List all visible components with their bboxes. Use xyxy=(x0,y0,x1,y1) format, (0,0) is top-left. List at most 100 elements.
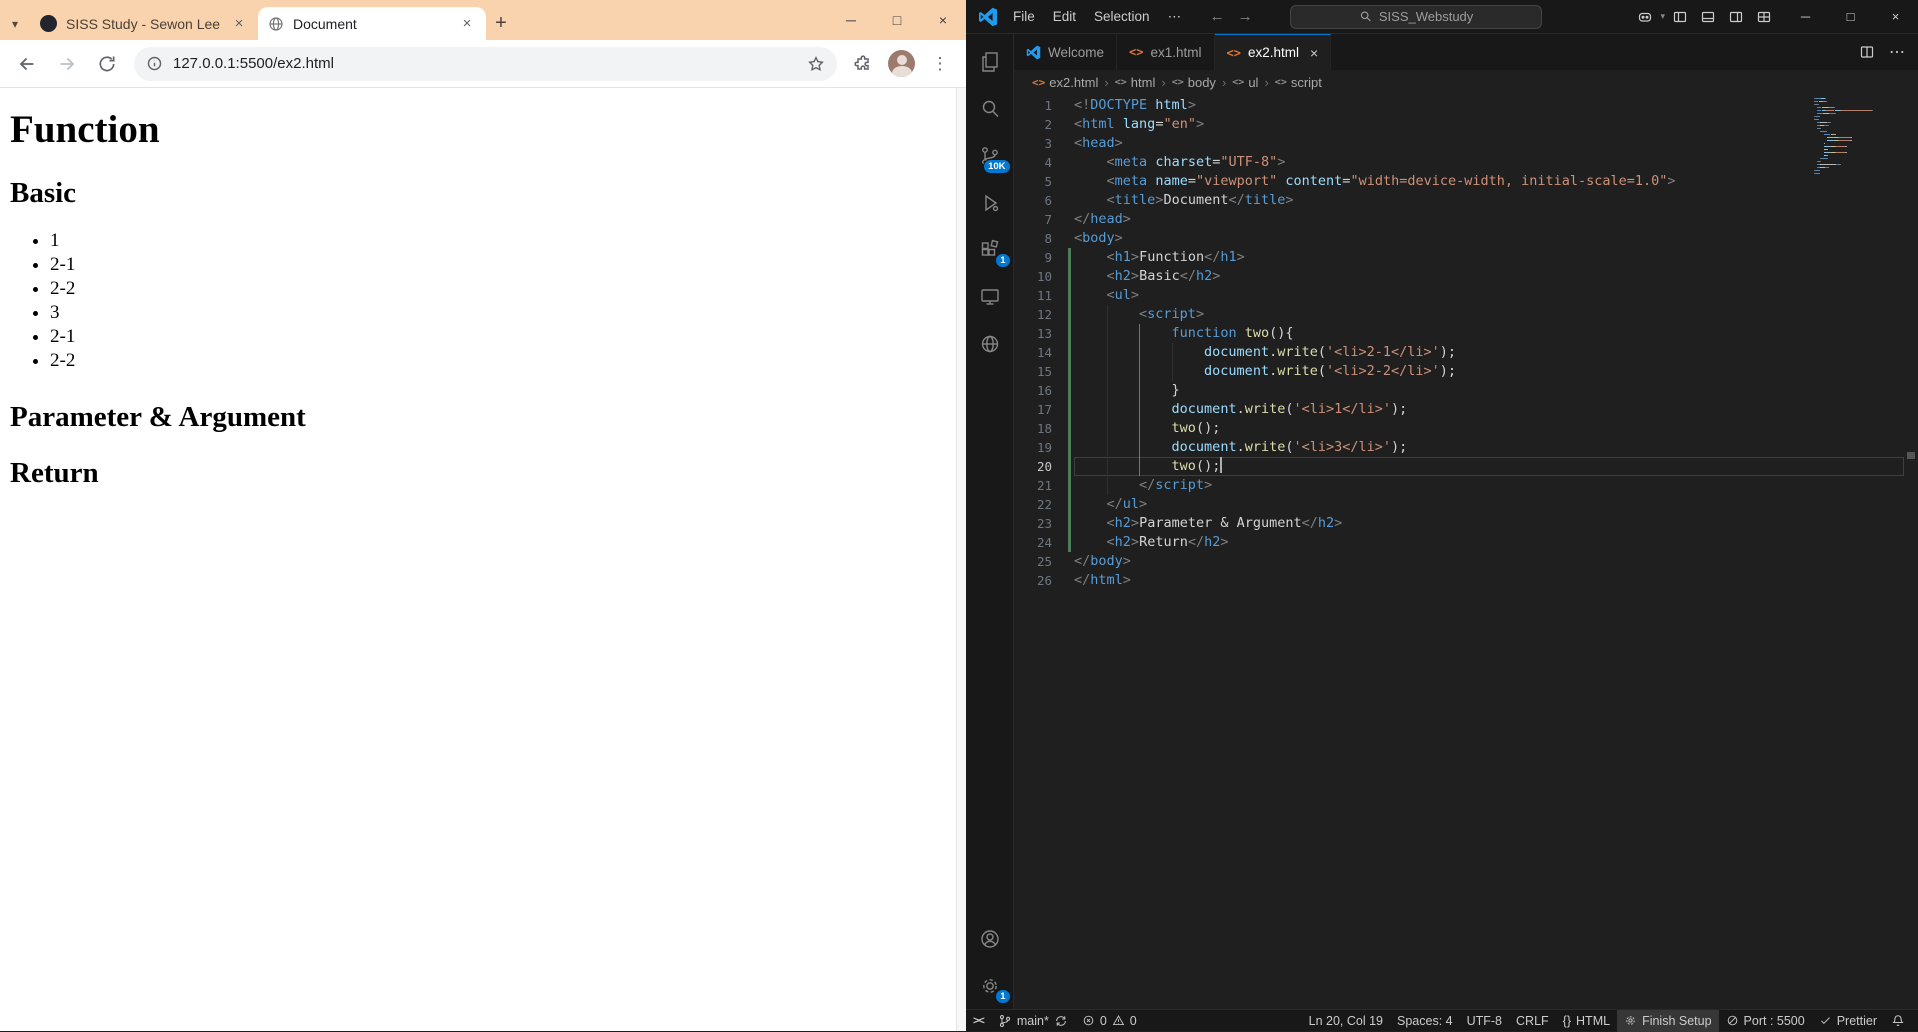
code-line[interactable]: 5 <meta name="viewport" content="width=d… xyxy=(1014,172,1918,191)
breadcrumb-item[interactable]: <>script xyxy=(1275,75,1322,90)
line-number[interactable]: 5 xyxy=(1014,172,1052,191)
code-line[interactable]: 1<!DOCTYPE html> xyxy=(1014,96,1918,115)
customize-layout-icon[interactable] xyxy=(1751,5,1777,29)
encoding-status[interactable]: UTF-8 xyxy=(1460,1010,1509,1032)
line-number[interactable]: 21 xyxy=(1014,476,1052,495)
notifications-bell-icon[interactable] xyxy=(1884,1010,1912,1032)
problems-status[interactable]: 0 0 xyxy=(1075,1010,1144,1032)
code-line[interactable]: 9 <h1>Function</h1> xyxy=(1014,248,1918,267)
language-mode-status[interactable]: {} HTML xyxy=(1556,1010,1617,1032)
close-tab-icon[interactable]: × xyxy=(230,15,248,33)
code-line[interactable]: 8<body> xyxy=(1014,229,1918,248)
line-number[interactable]: 12 xyxy=(1014,305,1052,324)
line-number[interactable]: 23 xyxy=(1014,514,1052,533)
code-line[interactable]: 20 two(); xyxy=(1014,457,1918,476)
line-number[interactable]: 8 xyxy=(1014,229,1052,248)
tab-welcome[interactable]: Welcome xyxy=(1014,34,1117,70)
maximize-button[interactable]: □ xyxy=(874,0,920,40)
breadcrumb-item[interactable]: <>ex2.html xyxy=(1032,75,1098,90)
tab-ex2[interactable]: <> ex2.html × xyxy=(1215,34,1332,70)
line-number[interactable]: 11 xyxy=(1014,286,1052,305)
browser-menu-kebab-icon[interactable]: ⋮ xyxy=(922,46,958,82)
code-line[interactable]: 10 <h2>Basic</h2> xyxy=(1014,267,1918,286)
code-line[interactable]: 17 document.write('<li>1</li>'); xyxy=(1014,400,1918,419)
line-number[interactable]: 2 xyxy=(1014,115,1052,134)
line-number[interactable]: 9 xyxy=(1014,248,1052,267)
globe-icon[interactable] xyxy=(966,320,1014,367)
menu-file[interactable]: File xyxy=(1004,6,1044,28)
eol-status[interactable]: CRLF xyxy=(1509,1010,1556,1032)
browser-tab-siss[interactable]: SISS Study - Sewon Lee × xyxy=(30,7,258,40)
run-debug-icon[interactable] xyxy=(966,179,1014,226)
line-number[interactable]: 22 xyxy=(1014,495,1052,514)
code-line[interactable]: 7</head> xyxy=(1014,210,1918,229)
toggle-secondary-sidebar-icon[interactable] xyxy=(1723,5,1749,29)
code-line[interactable]: 4 <meta charset="UTF-8"> xyxy=(1014,153,1918,172)
more-actions-icon[interactable]: ⋯ xyxy=(1884,40,1910,64)
close-button[interactable]: × xyxy=(920,0,966,40)
remote-explorer-icon[interactable] xyxy=(966,273,1014,320)
finish-setup-status[interactable]: Finish Setup xyxy=(1617,1010,1718,1032)
toggle-panel-icon[interactable] xyxy=(1695,5,1721,29)
bookmark-star-icon[interactable] xyxy=(807,55,825,73)
extensions-icon[interactable]: 1 xyxy=(966,226,1014,273)
menu-edit[interactable]: Edit xyxy=(1044,6,1085,28)
breadcrumb-item[interactable]: <>ul xyxy=(1232,75,1258,90)
breadcrumb-item[interactable]: <>body xyxy=(1172,75,1216,90)
tab-search-chevron-icon[interactable]: ▾ xyxy=(0,7,30,40)
code-line[interactable]: 23 <h2>Parameter & Argument</h2> xyxy=(1014,514,1918,533)
copilot-icon[interactable] xyxy=(1632,5,1658,29)
code-line[interactable]: 26</html> xyxy=(1014,571,1918,590)
code-line[interactable]: 13 function two(){ xyxy=(1014,324,1918,343)
code-line[interactable]: 2<html lang="en"> xyxy=(1014,115,1918,134)
settings-gear-icon[interactable]: 1 xyxy=(966,962,1014,1009)
code-line[interactable]: 6 <title>Document</title> xyxy=(1014,191,1918,210)
close-tab-icon[interactable]: × xyxy=(1310,45,1318,61)
minimap[interactable] xyxy=(1814,96,1904,174)
line-number[interactable]: 20 xyxy=(1014,457,1052,476)
line-number[interactable]: 17 xyxy=(1014,400,1052,419)
site-info-icon[interactable] xyxy=(146,55,163,72)
menu-[interactable]: ⋯ xyxy=(1159,6,1191,28)
navigate-forward-icon[interactable]: → xyxy=(1234,8,1256,25)
code-line[interactable]: 18 two(); xyxy=(1014,419,1918,438)
line-number[interactable]: 10 xyxy=(1014,267,1052,286)
browser-tab-document[interactable]: Document × xyxy=(258,7,486,40)
toggle-primary-sidebar-icon[interactable] xyxy=(1667,5,1693,29)
code-line[interactable]: 16 } xyxy=(1014,381,1918,400)
cursor-position-status[interactable]: Ln 20, Col 19 xyxy=(1302,1010,1390,1032)
command-center-search[interactable]: SISS_Webstudy xyxy=(1290,5,1542,29)
tab-ex1[interactable]: <> ex1.html xyxy=(1117,34,1214,70)
page-scrollbar[interactable] xyxy=(956,88,966,1031)
code-line[interactable]: 15 document.write('<li>2-2</li>'); xyxy=(1014,362,1918,381)
line-number[interactable]: 18 xyxy=(1014,419,1052,438)
code-line[interactable]: 24 <h2>Return</h2> xyxy=(1014,533,1918,552)
profile-avatar[interactable] xyxy=(888,50,915,77)
code-line[interactable]: 3<head> xyxy=(1014,134,1918,153)
breadcrumb-item[interactable]: <>html xyxy=(1115,75,1156,90)
indentation-status[interactable]: Spaces: 4 xyxy=(1390,1010,1460,1032)
minimize-button[interactable]: ─ xyxy=(1783,0,1828,34)
line-number[interactable]: 24 xyxy=(1014,533,1052,552)
line-number[interactable]: 25 xyxy=(1014,552,1052,571)
line-number[interactable]: 6 xyxy=(1014,191,1052,210)
code-area[interactable]: 1<!DOCTYPE html>2<html lang="en">3<head>… xyxy=(1014,94,1918,1009)
live-server-port-status[interactable]: Port : 5500 xyxy=(1719,1010,1812,1032)
url-text[interactable]: 127.0.0.1:5500/ex2.html xyxy=(173,55,797,72)
line-number[interactable]: 4 xyxy=(1014,153,1052,172)
line-number[interactable]: 7 xyxy=(1014,210,1052,229)
line-number[interactable]: 14 xyxy=(1014,343,1052,362)
line-number[interactable]: 19 xyxy=(1014,438,1052,457)
editor-scrollbar[interactable] xyxy=(1904,94,1918,1009)
line-number[interactable]: 16 xyxy=(1014,381,1052,400)
code-line[interactable]: 25</body> xyxy=(1014,552,1918,571)
code-line[interactable]: 14 document.write('<li>2-1</li>'); xyxy=(1014,343,1918,362)
minimize-button[interactable]: ─ xyxy=(828,0,874,40)
forward-icon[interactable] xyxy=(48,45,86,83)
line-number[interactable]: 1 xyxy=(1014,96,1052,115)
close-button[interactable]: × xyxy=(1873,0,1918,34)
line-number[interactable]: 3 xyxy=(1014,134,1052,153)
code-line[interactable]: 11 <ul> xyxy=(1014,286,1918,305)
account-icon[interactable] xyxy=(966,915,1014,962)
remote-indicator[interactable]: >< xyxy=(966,1010,991,1032)
